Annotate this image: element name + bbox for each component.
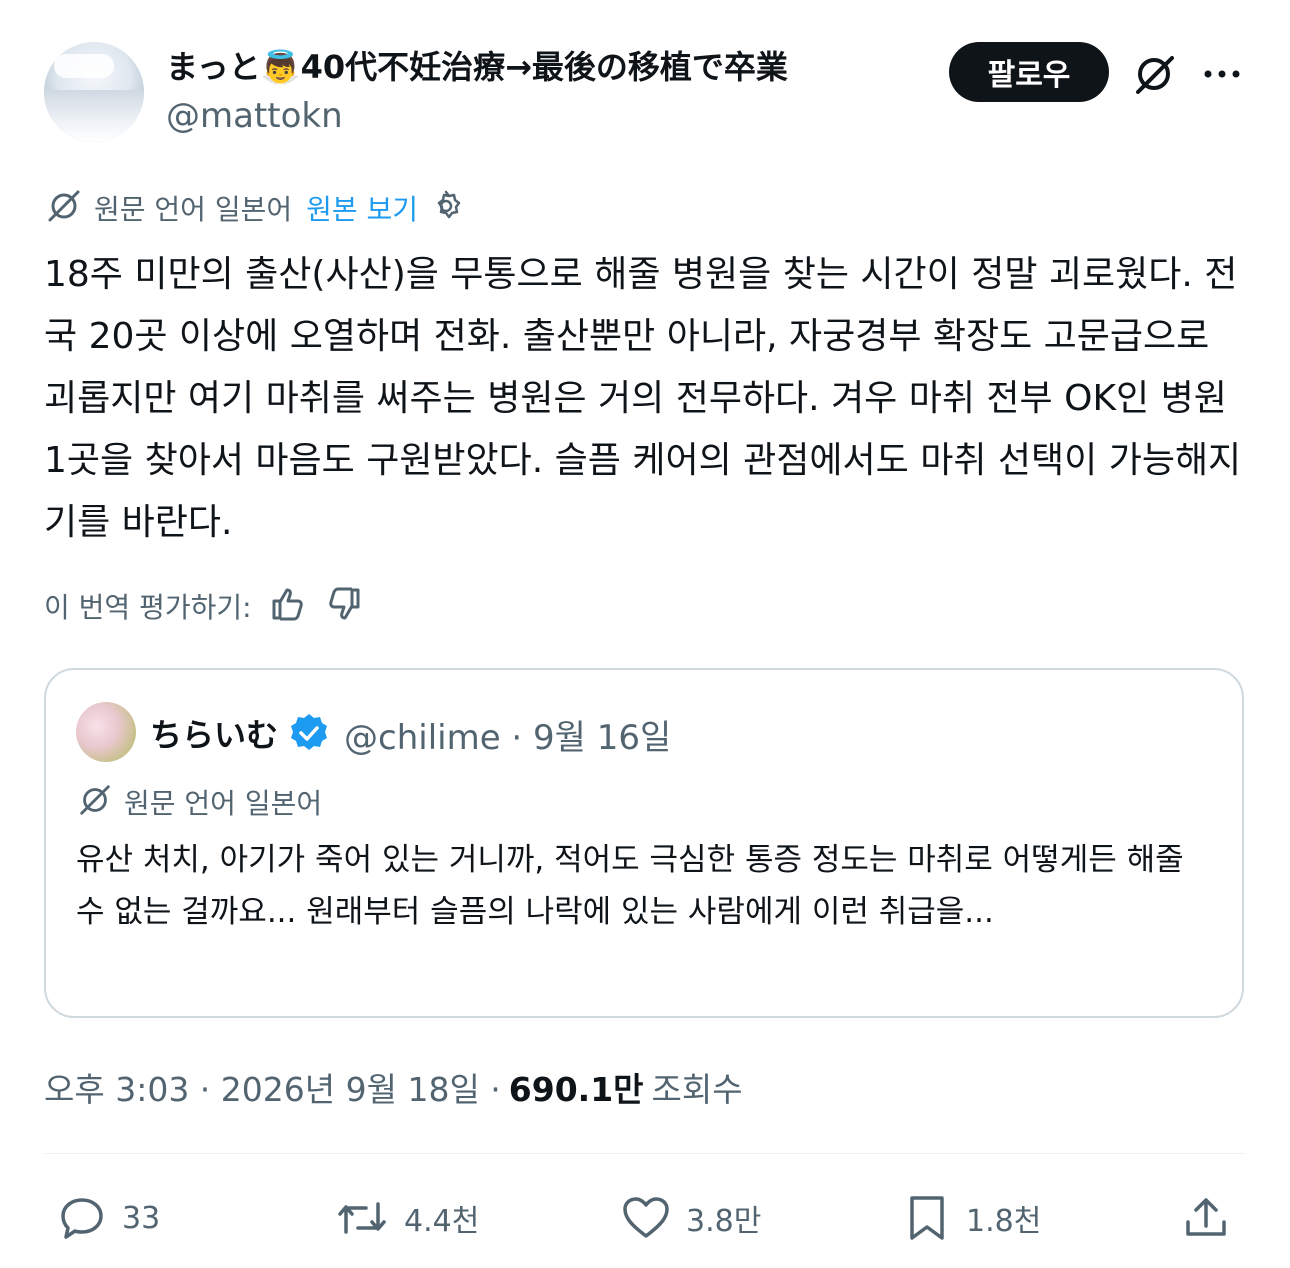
settings-icon[interactable] <box>428 188 464 228</box>
grok-icon <box>76 781 114 823</box>
more-icon[interactable] <box>1198 50 1246 98</box>
repost-count: 4.4천 <box>404 1204 480 1239</box>
thumbs-up-icon[interactable] <box>268 584 308 628</box>
quote-author-avatar[interactable] <box>76 702 136 762</box>
quote-text: 유산 처치, 아기가 죽어 있는 거니까, 적어도 극심한 통증 정도는 마취로… <box>76 842 1184 930</box>
view-original-link[interactable]: 원본 보기 <box>306 188 418 228</box>
divider <box>44 1153 1246 1154</box>
view-count-label: 조회수 <box>651 1070 743 1109</box>
bookmark-button[interactable]: 1.8천 <box>902 1188 1041 1248</box>
repost-button[interactable]: 4.4천 <box>334 1188 479 1248</box>
share-button[interactable] <box>1180 1188 1232 1248</box>
timestamp[interactable]: 오후 3:03 · 2026년 9월 18일 · <box>44 1063 501 1111</box>
like-count: 3.8만 <box>686 1204 762 1239</box>
source-language-label: 원문 언어 일본어 <box>94 193 293 226</box>
author-avatar[interactable] <box>44 42 144 142</box>
like-button[interactable]: 3.8만 <box>620 1188 761 1248</box>
author-handle[interactable]: @mattokn <box>166 96 343 136</box>
reply-count: 33 <box>122 1200 161 1236</box>
follow-button[interactable]: 팔로우 <box>949 42 1109 102</box>
verified-icon <box>288 712 330 754</box>
grok-icon <box>44 186 84 230</box>
quote-translation-bar: 원문 언어 일본어 <box>76 782 322 822</box>
view-count: 690.1만 <box>508 1070 644 1109</box>
grok-icon[interactable] <box>1130 50 1178 98</box>
quote-meta: @chilime · 9월 16일 <box>344 718 672 758</box>
bookmark-count: 1.8천 <box>966 1204 1042 1239</box>
like-icon <box>620 1192 672 1244</box>
rate-translation-label: 이 번역 평가하기: <box>44 591 252 624</box>
translation-bar: 원문 언어 일본어 원본 보기 <box>44 186 464 230</box>
reply-button[interactable]: 33 <box>56 1188 160 1248</box>
reply-icon <box>56 1192 108 1244</box>
thumbs-down-icon[interactable] <box>324 584 364 628</box>
quote-author-name[interactable]: ちらいむ <box>150 710 278 756</box>
tweet-text: 18주 미만의 출산(사산)을 무통으로 해줄 병원을 찾는 시간이 정말 괴로… <box>44 254 1242 543</box>
timestamp-row: 오후 3:03 · 2026년 9월 18일 · 690.1만 조회수 <box>44 1064 743 1110</box>
quote-source-language-label: 원문 언어 일본어 <box>124 787 323 820</box>
author-display-name[interactable]: まっと👼40代不妊治療→最後の移植で卒業 <box>166 42 788 88</box>
bookmark-icon <box>902 1192 952 1244</box>
repost-icon <box>334 1192 390 1244</box>
share-icon <box>1180 1192 1232 1244</box>
rate-translation: 이 번역 평가하기: <box>44 584 364 628</box>
